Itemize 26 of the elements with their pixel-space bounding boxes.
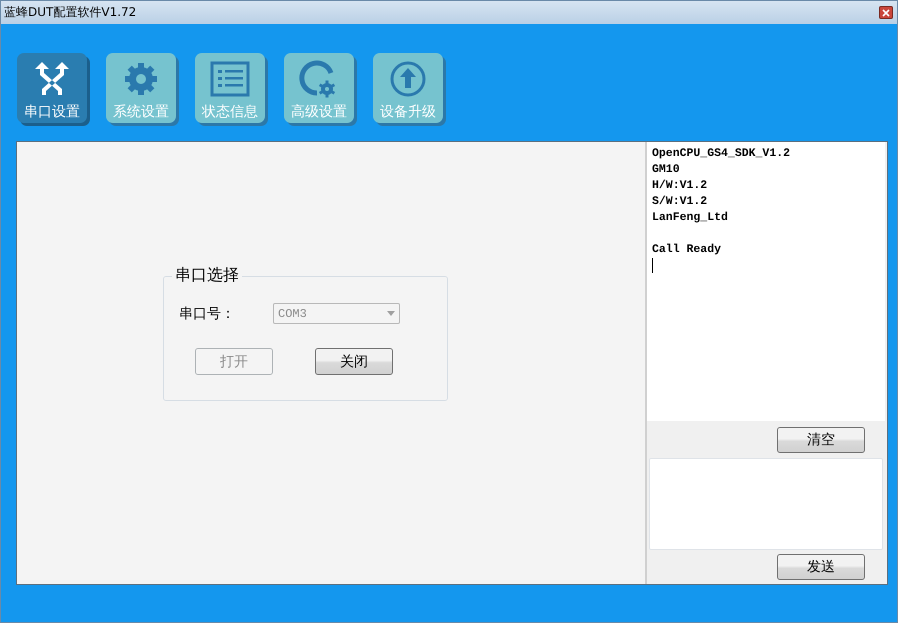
nav-tile[interactable]: 串口设置 [17,53,87,123]
console-line: H/W:V1.2 [652,178,708,194]
console-line: OpenCPU_GS4_SDK_V1.2 [652,146,790,162]
close-button[interactable] [879,6,893,19]
list-icon [210,61,250,97]
crossing-arrows-icon [34,61,70,97]
upload-icon [389,60,427,98]
output-console[interactable]: OpenCPU_GS4_SDK_V1.2 GM10 H/W:V1.2 S/W:V1.2 LanFeng_Ltd Call Ready [647,142,885,422]
nav-tile[interactable]: 状态信息 [195,53,265,123]
close-port-button[interactable]: 关闭 [315,348,393,375]
nav-tile[interactable]: 系统设置 [106,53,176,123]
send-button[interactable]: 发送 [777,554,865,580]
nav-tile[interactable]: 高级设置 [284,53,354,123]
nav-tile[interactable]: 设备升级 [373,53,443,123]
console-line: GM10 [652,162,680,178]
gear-icon [122,60,160,98]
window-title: 蓝蜂DUT配置软件V1.72 [4,4,136,21]
field-label: 串口号： [179,304,236,322]
console-line: Call Ready [652,242,722,258]
text-cursor [652,258,653,273]
close-icon [882,8,890,16]
console-line: S/W:V1.2 [652,194,708,210]
clear-button[interactable]: 清空 [777,426,865,453]
console-line: LanFeng_Ltd [652,210,728,226]
send-input-field[interactable] [649,458,883,550]
caret-icon [387,311,395,316]
